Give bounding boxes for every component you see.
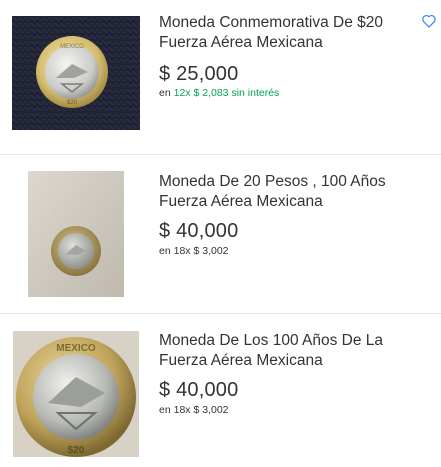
installments-prefix: en: [159, 245, 171, 257]
installments-prefix: en: [159, 87, 171, 99]
coin-denomination-text: $20: [67, 100, 78, 106]
coin-denomination-text: $20: [68, 445, 85, 456]
installments-suffix: sin interés: [231, 87, 280, 99]
listing-card[interactable]: MEXICO $20 Moneda Conmemorativa De $20 F…: [0, 0, 441, 154]
installments-count: 18x: [173, 245, 191, 257]
coin-label-text: MEXICO: [60, 44, 84, 50]
listing-title[interactable]: Moneda De 20 Pesos , 100 Años Fuerza Aér…: [159, 172, 399, 212]
listing-price: $ 25,000: [159, 63, 239, 85]
product-image[interactable]: MEXICO $20: [12, 16, 140, 130]
installments-amount: $ 3,002: [193, 245, 229, 257]
listing-title[interactable]: Moneda Conmemorativa De $20 Fuerza Aérea…: [159, 13, 399, 53]
installments-count: 12x: [173, 87, 191, 99]
installments-text: en 18x $ 3,002: [159, 404, 229, 416]
listing-title[interactable]: Moneda De Los 100 Años De La Fuerza Aére…: [159, 331, 399, 371]
listing-price: $ 40,000: [159, 220, 239, 242]
coin-label-text: MEXICO: [56, 343, 96, 354]
product-list: MEXICO $20 Moneda Conmemorativa De $20 F…: [0, 0, 441, 467]
listing-card[interactable]: Moneda De 20 Pesos , 100 Años Fuerza Aér…: [0, 155, 441, 313]
listing-price: $ 40,000: [159, 379, 239, 401]
installments-text: en 12x $ 2,083 sin interés: [159, 87, 279, 99]
installments-amount: $ 2,083: [193, 87, 229, 99]
installments-count: 18x: [173, 404, 191, 416]
installments-text: en 18x $ 3,002: [159, 245, 229, 257]
product-image[interactable]: MEXICO $20: [13, 331, 139, 457]
product-image[interactable]: [28, 171, 124, 297]
favorite-heart-icon[interactable]: [421, 13, 437, 29]
listing-card[interactable]: MEXICO $20 Moneda De Los 100 Años De La …: [0, 314, 441, 467]
installments-amount: $ 3,002: [193, 404, 229, 416]
installments-prefix: en: [159, 404, 171, 416]
